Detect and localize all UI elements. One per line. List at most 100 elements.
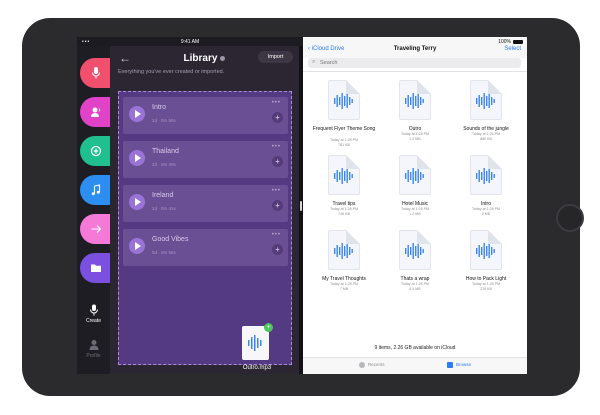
file-size: 746 KB: [338, 212, 350, 216]
file-date: Today at 1:28 PM: [401, 282, 429, 286]
file-date: Today at 1:28 PM: [330, 282, 358, 286]
file-size: 1.2 MB: [409, 212, 421, 216]
file-item[interactable]: Sounds of the jungle Today at 1:28 PM 880 …: [453, 80, 519, 155]
library-item-meta: 2d · 0m 56s: [152, 118, 176, 123]
file-item[interactable]: Intro Today at 1:28 PM 2 MB: [453, 155, 519, 230]
files-status-bar: 100%: [303, 37, 527, 46]
ipad-screen: ••• 9:41 AM Create Profile ← Library Imp…: [77, 37, 527, 374]
library-item-title: Intro: [152, 104, 167, 111]
file-size: 1.2 MB: [409, 137, 421, 141]
rail-music-button[interactable]: [80, 175, 111, 205]
waveform-icon: [405, 92, 425, 110]
profile-tab[interactable]: Profile: [77, 339, 110, 359]
more-options-icon[interactable]: •••: [272, 144, 281, 150]
play-button[interactable]: [129, 194, 145, 210]
library-item-title: Ireland: [152, 192, 174, 199]
library-item-title: Thailand: [152, 148, 179, 155]
microphone-icon: [90, 66, 102, 80]
library-item[interactable]: Good Vibes 5d · 0m 56s ••• +: [123, 229, 288, 266]
folder-icon: [90, 261, 102, 275]
file-date: Today at 1:28 PM: [472, 132, 500, 136]
more-options-icon[interactable]: •••: [272, 188, 281, 194]
rail-share-button[interactable]: [80, 214, 111, 244]
library-item[interactable]: Ireland 2d · 0m 41s ••• +: [123, 185, 288, 222]
play-button[interactable]: [129, 238, 145, 254]
home-button[interactable]: [556, 204, 584, 232]
library-item[interactable]: Intro 2d · 0m 56s ••• +: [123, 97, 288, 134]
rail-library-button[interactable]: [80, 253, 111, 283]
app-rail: Create Profile: [77, 46, 111, 374]
file-item[interactable]: My Travel Thoughts Today at 1:28 PM 7 MB: [311, 230, 377, 305]
search-input[interactable]: [320, 58, 515, 68]
file-size: 376 KB: [480, 287, 492, 291]
files-nav-bar: ‹ iCloud Drive Traveling Terry Select: [303, 46, 527, 58]
tab-browse[interactable]: Browse: [447, 362, 471, 368]
waveform-icon: [476, 92, 496, 110]
play-button[interactable]: [129, 106, 145, 122]
waveform-icon: [405, 167, 425, 185]
tab-recents-label: Recents: [368, 362, 385, 368]
battery-icon: [513, 39, 523, 44]
library-header: ← Library Import Everything you've ever …: [110, 46, 299, 81]
rail-record-button[interactable]: [80, 58, 111, 88]
add-button[interactable]: +: [272, 156, 283, 167]
more-options-icon[interactable]: •••: [272, 100, 281, 106]
select-button[interactable]: Select: [504, 46, 521, 52]
library-item[interactable]: Thailand 2d · 0m 40s ••• +: [123, 141, 288, 178]
file-item[interactable]: Outro Today at 1:28 PM 1.2 MB: [382, 80, 448, 155]
import-button[interactable]: Import: [258, 51, 293, 63]
waveform-icon: [476, 242, 496, 260]
dragged-file[interactable]: + Outro.mp3: [234, 323, 280, 374]
library-item-meta: 2d · 0m 41s: [152, 206, 176, 211]
file-item[interactable]: Frequent Flyer Theme Song Today at 1:28 P…: [311, 80, 377, 155]
add-badge-icon: +: [264, 323, 273, 332]
tab-browse-label: Browse: [456, 362, 472, 368]
folder-icon: [447, 362, 453, 368]
storage-info: 9 items, 2.26 GB available on iCloud: [374, 345, 456, 351]
waveform-icon: [334, 242, 354, 260]
file-date: Today at 1:28 PM: [330, 138, 358, 142]
file-date: Today at 1:28 PM: [401, 207, 429, 211]
divider: [303, 71, 527, 72]
rail-voice-button[interactable]: [80, 97, 111, 127]
add-button[interactable]: +: [272, 244, 283, 255]
tab-recents[interactable]: Recents: [359, 362, 385, 368]
music-note-icon: [90, 183, 102, 197]
files-tab-bar: Recents Browse: [303, 357, 527, 374]
create-tab-label: Create: [85, 318, 101, 324]
drop-zone[interactable]: Intro 2d · 0m 56s ••• + Thailand 2d · 0m…: [118, 91, 292, 371]
add-button[interactable]: +: [272, 112, 283, 123]
add-circle-icon: [90, 144, 102, 158]
file-size: 781 KB: [338, 143, 350, 147]
waveform-icon: [476, 167, 496, 185]
file-date: Today at 1:28 PM: [472, 207, 500, 211]
file-date: Today at 1:28 PM: [401, 132, 429, 136]
library-item-meta: 2d · 0m 40s: [152, 162, 176, 167]
file-item[interactable]: How to Pack Light Today at 1:28 PM 376 KB: [453, 230, 519, 305]
file-size: 2 MB: [481, 212, 491, 216]
search-bar[interactable]: ⌕: [308, 58, 521, 68]
person-icon: [89, 340, 98, 350]
split-view-handle[interactable]: [300, 201, 302, 211]
library-subtitle: Everything you've ever created or import…: [118, 69, 225, 75]
create-tab[interactable]: Create: [77, 304, 110, 324]
file-size: 8.4 MB: [409, 287, 421, 291]
file-item[interactable]: Thats a wrap Today at 1:28 PM 8.4 MB: [382, 230, 448, 305]
dragged-file-name: Outro.mp3: [242, 365, 272, 371]
library-item-meta: 5d · 0m 56s: [152, 250, 176, 255]
battery-indicator: 100%: [498, 39, 523, 45]
file-size: 7 MB: [339, 287, 349, 291]
microphone-icon: [89, 304, 98, 316]
file-name: Frequent Flyer Theme Song: [312, 126, 376, 132]
library-item-title: Good Vibes: [152, 236, 189, 243]
file-item[interactable]: Travel tips Today at 1:28 PM 746 KB: [311, 155, 377, 230]
more-options-icon[interactable]: •••: [272, 232, 281, 238]
library-app: ← Library Import Everything you've ever …: [110, 46, 299, 374]
play-button[interactable]: [129, 150, 145, 166]
rail-add-button[interactable]: [80, 136, 111, 166]
info-dot-icon[interactable]: [220, 56, 226, 61]
add-button[interactable]: +: [272, 200, 283, 211]
file-date: Today at 1:28 PM: [472, 282, 500, 286]
battery-percentage: 100%: [498, 39, 511, 45]
file-item[interactable]: Hotel Music Today at 1:28 PM 1.2 MB: [382, 155, 448, 230]
